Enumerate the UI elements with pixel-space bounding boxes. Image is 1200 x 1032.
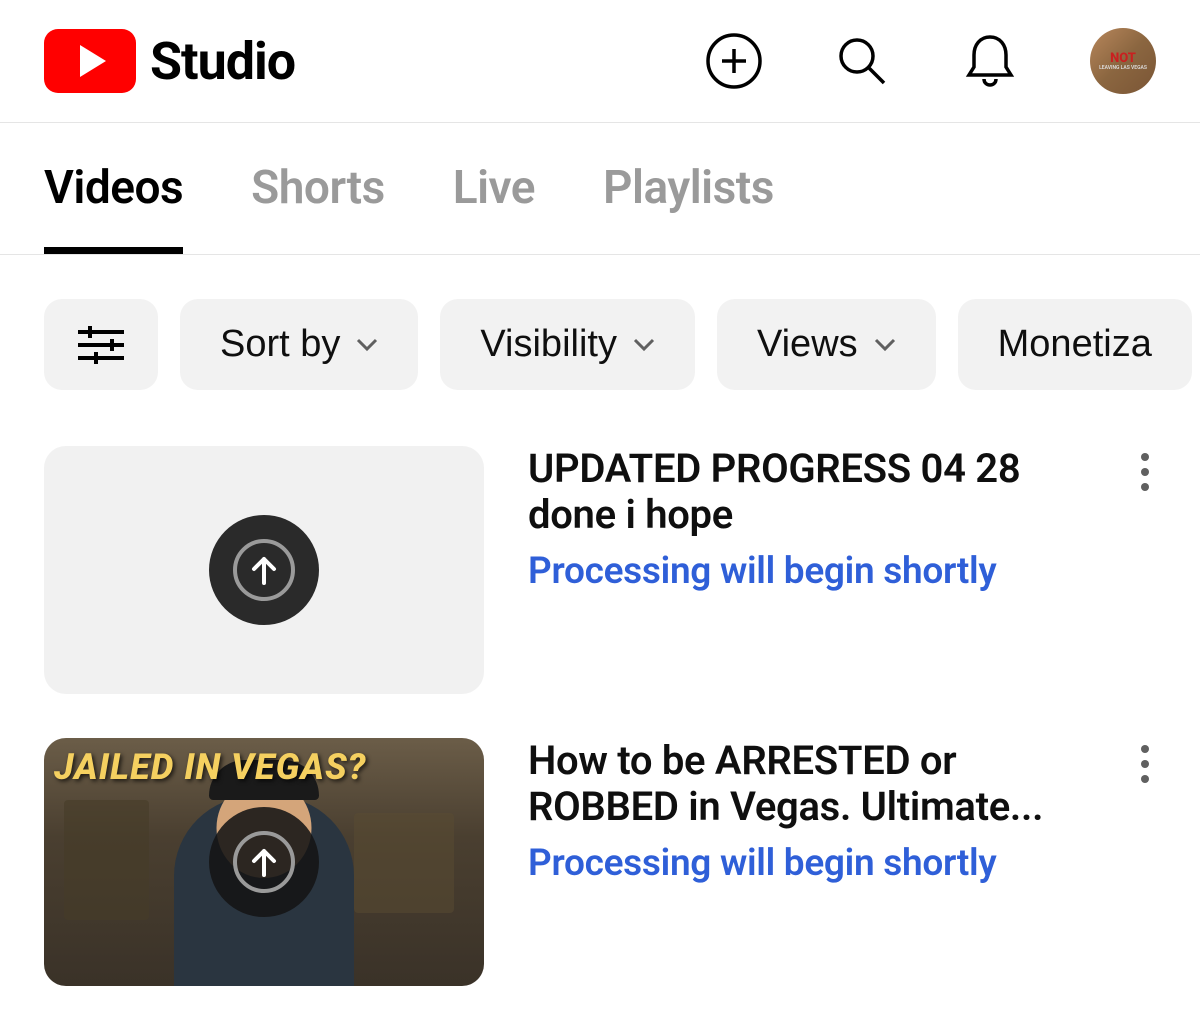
header: Studio NOT LEAVING LAS VEGAS — [0, 0, 1200, 123]
youtube-logo-icon — [44, 29, 136, 93]
search-icon — [836, 35, 888, 87]
avatar[interactable]: NOT LEAVING LAS VEGAS — [1090, 28, 1156, 94]
more-vertical-icon — [1140, 452, 1150, 492]
video-title[interactable]: How to be ARRESTED or ROBBED in Vegas. U… — [528, 738, 1058, 830]
filter-settings-button[interactable] — [44, 299, 158, 390]
chevron-down-icon — [633, 338, 655, 352]
sort-by-label: Sort by — [220, 323, 340, 366]
tab-shorts[interactable]: Shorts — [251, 123, 385, 254]
filter-bar: Sort by Visibility Views Monetiza — [0, 255, 1200, 390]
video-info: UPDATED PROGRESS 04 28 done i hope Proce… — [528, 446, 1156, 694]
views-filter[interactable]: Views — [717, 299, 936, 390]
views-label: Views — [757, 323, 858, 366]
upload-arrow-icon — [250, 847, 278, 877]
chevron-down-icon — [874, 338, 896, 352]
visibility-label: Visibility — [480, 323, 617, 366]
monetization-label: Monetiza — [998, 323, 1152, 366]
upload-arrow-icon — [250, 555, 278, 585]
video-list: UPDATED PROGRESS 04 28 done i hope Proce… — [0, 390, 1200, 986]
monetization-filter[interactable]: Monetiza — [958, 299, 1192, 390]
upload-indicator — [209, 515, 319, 625]
video-thumbnail[interactable]: JAILED IN VEGAS? — [44, 738, 484, 986]
brand-text: Studio — [150, 31, 295, 92]
sliders-icon — [76, 324, 126, 366]
upload-indicator — [209, 807, 319, 917]
tab-live[interactable]: Live — [453, 123, 535, 254]
sort-by-filter[interactable]: Sort by — [180, 299, 418, 390]
content-tabs: Videos Shorts Live Playlists — [0, 123, 1200, 255]
header-actions: NOT LEAVING LAS VEGAS — [706, 28, 1156, 94]
visibility-filter[interactable]: Visibility — [440, 299, 695, 390]
plus-circle-icon — [706, 33, 762, 89]
notifications-button[interactable] — [962, 33, 1018, 89]
chevron-down-icon — [356, 338, 378, 352]
tab-videos[interactable]: Videos — [44, 123, 183, 254]
avatar-text-bottom: LEAVING LAS VEGAS — [1099, 66, 1147, 71]
more-options-button[interactable] — [1134, 446, 1156, 502]
bell-icon — [965, 33, 1015, 89]
search-button[interactable] — [834, 33, 890, 89]
video-info: How to be ARRESTED or ROBBED in Vegas. U… — [528, 738, 1156, 986]
video-status: Processing will begin shortly — [528, 842, 1156, 885]
video-row: UPDATED PROGRESS 04 28 done i hope Proce… — [44, 446, 1156, 694]
video-status: Processing will begin shortly — [528, 550, 1156, 593]
video-title[interactable]: UPDATED PROGRESS 04 28 done i hope — [528, 446, 1058, 538]
more-vertical-icon — [1140, 744, 1150, 784]
video-row: JAILED IN VEGAS? How to be ARRESTED or R… — [44, 738, 1156, 986]
create-button[interactable] — [706, 33, 762, 89]
video-thumbnail[interactable] — [44, 446, 484, 694]
thumbnail-overlay-text: JAILED IN VEGAS? — [54, 746, 366, 788]
tab-playlists[interactable]: Playlists — [603, 123, 774, 254]
more-options-button[interactable] — [1134, 738, 1156, 794]
logo-group[interactable]: Studio — [44, 29, 295, 93]
avatar-text-top: NOT — [1110, 52, 1136, 65]
